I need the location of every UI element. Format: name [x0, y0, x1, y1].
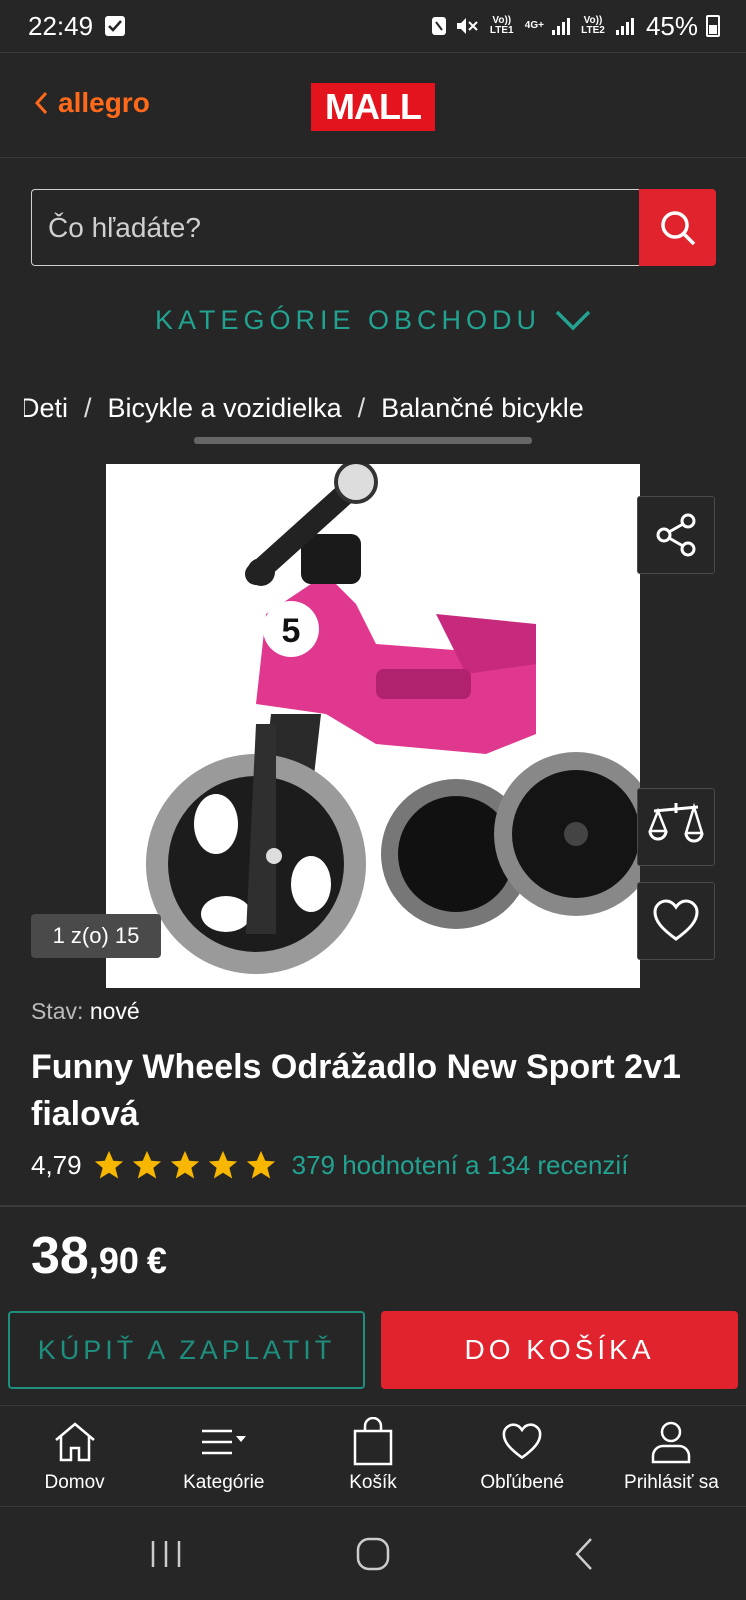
nav-label-home: Domov: [44, 1472, 105, 1493]
search-bar: [31, 189, 716, 266]
store-categories-toggle[interactable]: KATEGÓRIE OBCHODU: [0, 298, 746, 342]
network-label: 4G+: [524, 20, 544, 31]
star-icon: [208, 1150, 237, 1179]
price: 38,90 €: [31, 1226, 167, 1286]
chevron-left-icon: [34, 91, 48, 115]
heart-icon: [502, 1423, 542, 1460]
nav-item-login[interactable]: Prihlásiť sa: [597, 1406, 746, 1506]
add-to-cart-button[interactable]: DO KOŠÍKA: [381, 1311, 738, 1389]
star-icon: [94, 1150, 123, 1179]
search-icon: [660, 210, 695, 245]
status-bar: 22:49 Vo)) LTE1 4G+ Vo)) LTE2 45%: [0, 0, 746, 52]
scales-icon: [648, 802, 704, 843]
app-header: allegro MALL: [0, 52, 746, 158]
signal1-icon: [551, 17, 570, 35]
rating-value: 4,79: [31, 1149, 82, 1180]
battery-percent: 45%: [645, 10, 698, 41]
nfc-icon: [431, 17, 446, 35]
breadcrumb-item-balancne[interactable]: Balančné bicykle: [381, 393, 584, 424]
price-whole: 38: [31, 1227, 89, 1285]
nav-item-favorites[interactable]: Obľúbené: [448, 1406, 597, 1506]
home-button[interactable]: [333, 1526, 413, 1582]
home-icon: [54, 1422, 95, 1462]
search-button[interactable]: [639, 189, 716, 266]
sim2-label: Vo)) LTE2: [581, 15, 605, 36]
nav-item-categories[interactable]: Kategórie: [149, 1406, 298, 1506]
balance-bike-image: 5: [146, 464, 640, 974]
back-icon: [575, 1538, 592, 1570]
menu-icon: [201, 1429, 246, 1455]
rating-stars: [92, 1148, 278, 1182]
number-plate-text: 5: [282, 612, 301, 650]
nav-label-categories: Kategórie: [183, 1472, 265, 1493]
purchase-bar: KÚPIŤ A ZAPLATIŤ DO KOŠÍKA: [0, 1295, 746, 1405]
product-image[interactable]: 5: [106, 464, 640, 988]
recent-apps-button[interactable]: [126, 1526, 206, 1582]
chevron-down-icon: [555, 310, 591, 331]
condition-label: Stav:: [31, 998, 84, 1024]
mall-logo[interactable]: MALL: [311, 83, 435, 131]
breadcrumb-separator: /: [84, 392, 92, 423]
user-icon: [652, 1421, 691, 1464]
price-currency: €: [146, 1240, 167, 1281]
breadcrumb-separator: /: [357, 392, 366, 423]
condition-value: nové: [89, 998, 140, 1024]
breadcrumb-scrollbar[interactable]: [194, 437, 532, 444]
nav-item-home[interactable]: Domov: [0, 1406, 149, 1506]
search-input[interactable]: [31, 189, 639, 266]
back-button[interactable]: [544, 1526, 624, 1582]
breadcrumb-item-bicykle[interactable]: Bicykle a vozidielka: [108, 393, 342, 424]
checkbox-notification-icon: [105, 16, 126, 36]
divider: [0, 1205, 746, 1207]
signal2-icon: [615, 17, 634, 35]
status-icons: Vo)) LTE1 4G+ Vo)) LTE2 45%: [431, 0, 720, 52]
sim1-label: Vo)) LTE1: [489, 15, 514, 36]
system-nav-bar: [0, 1508, 746, 1600]
price-cents: ,90: [88, 1240, 139, 1281]
nav-label-cart: Košík: [349, 1472, 397, 1493]
rating: 4,79 379 hodnotení a 134 recenzií: [31, 1148, 628, 1182]
status-time: 22:49: [28, 10, 94, 41]
home-circle-icon: [356, 1537, 390, 1571]
condition: Stav: nové: [31, 998, 140, 1025]
bottom-nav: Domov Kategórie Košík Obľúbené Prihlásiť…: [0, 1405, 746, 1507]
buy-now-button[interactable]: KÚPIŤ A ZAPLATIŤ: [8, 1311, 365, 1389]
mute-icon: [456, 18, 478, 34]
star-icon: [246, 1150, 275, 1179]
share-button[interactable]: [637, 496, 715, 574]
back-label: allegro: [58, 87, 150, 118]
favorite-button[interactable]: [637, 882, 715, 960]
product-title: Funny Wheels Odrážadlo New Sport 2v1 fia…: [31, 1048, 681, 1133]
share-icon: [656, 513, 696, 557]
bag-icon: [353, 1417, 393, 1466]
breadcrumb-item-deti[interactable]: Deti: [24, 393, 68, 424]
nav-label-login: Prihlásiť sa: [624, 1472, 719, 1493]
star-icon: [132, 1150, 161, 1179]
image-counter: 1 z(o) 15: [31, 914, 161, 958]
categories-label: KATEGÓRIE OBCHODU: [154, 304, 542, 335]
back-to-allegro-link[interactable]: allegro: [34, 87, 150, 119]
breadcrumb: Deti / Bicykle a vozidielka / Balančné b…: [24, 386, 724, 430]
battery-icon: [706, 15, 720, 37]
compare-button[interactable]: [637, 788, 715, 866]
reviews-link[interactable]: 379 hodnotení a 134 recenzií: [292, 1150, 629, 1181]
recent-apps-icon: [151, 1541, 181, 1567]
nav-item-cart[interactable]: Košík: [298, 1406, 447, 1506]
heart-icon: [653, 899, 699, 941]
nav-label-favorites: Obľúbené: [480, 1472, 565, 1493]
star-icon: [170, 1150, 199, 1179]
